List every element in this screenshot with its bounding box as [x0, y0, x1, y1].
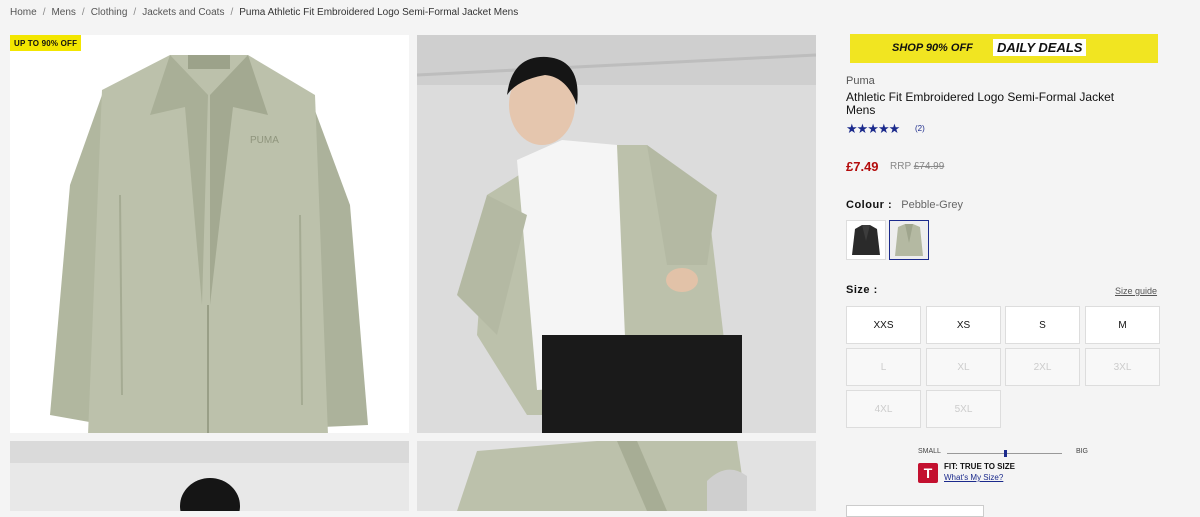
- breadcrumb-current: Puma Athletic Fit Embroidered Logo Semi-…: [239, 7, 519, 18]
- colour-selector: Colour : Pebble-Grey: [846, 199, 963, 211]
- breadcrumb: Home / Mens / Clothing / Jackets and Coats / Pum…: [10, 7, 518, 18]
- fit-scale: SMALL BIG: [918, 447, 1088, 459]
- daily-deals-banner[interactable]: SHOP 90% OFF DAILY DEALS: [850, 34, 1158, 63]
- breadcrumb-mens[interactable]: Mens: [51, 7, 75, 18]
- gallery-image-back[interactable]: [10, 441, 409, 511]
- size-option-s[interactable]: S: [1005, 306, 1080, 344]
- size-option-m[interactable]: M: [1085, 306, 1160, 344]
- colour-swatch-pebble-grey[interactable]: [889, 220, 929, 260]
- size-option-2xl[interactable]: 2XL: [1005, 348, 1080, 386]
- fit-big-label: BIG: [1075, 448, 1088, 455]
- breadcrumb-separator: /: [81, 7, 85, 18]
- colour-value: Pebble-Grey: [901, 199, 963, 211]
- promo-text: SHOP 90% OFF: [892, 42, 973, 54]
- size-option-3xl[interactable]: 3XL: [1085, 348, 1160, 386]
- rrp-price: RRP £74.99: [890, 161, 944, 172]
- colour-swatch-black[interactable]: [846, 220, 886, 260]
- promo-highlight: DAILY DEALS: [993, 39, 1087, 56]
- product-title: Athletic Fit Embroidered Logo Semi-Forma…: [846, 90, 1115, 117]
- rrp-label: RRP: [890, 161, 911, 172]
- fit-title: FIT: TRUE TO SIZE: [944, 462, 1015, 471]
- size-option-5xl[interactable]: 5XL: [926, 390, 1001, 428]
- size-guide-link[interactable]: Size guide: [1115, 286, 1157, 296]
- size-label: Size :: [846, 284, 878, 296]
- current-price: £7.49: [846, 159, 879, 174]
- add-to-bag-button[interactable]: [846, 505, 984, 517]
- rrp-value: £74.99: [913, 161, 945, 172]
- breadcrumb-clothing[interactable]: Clothing: [91, 7, 128, 18]
- review-count[interactable]: (2): [915, 124, 925, 133]
- size-option-l[interactable]: L: [846, 348, 921, 386]
- breadcrumb-separator: /: [133, 7, 137, 18]
- model-image: [417, 35, 816, 433]
- fit-scale-marker: [1003, 450, 1007, 457]
- rating-stars[interactable]: ★★★★★: [846, 121, 900, 137]
- size-option-xxs[interactable]: XXS: [846, 306, 921, 344]
- breadcrumb-jackets[interactable]: Jackets and Coats: [142, 7, 224, 18]
- size-option-xl[interactable]: XL: [926, 348, 1001, 386]
- grey-jacket-thumb: [890, 221, 928, 259]
- gallery-image-detail[interactable]: [417, 441, 816, 511]
- breadcrumb-separator: /: [230, 7, 234, 18]
- gallery-image-model[interactable]: [417, 35, 816, 433]
- breadcrumb-home[interactable]: Home: [10, 7, 37, 18]
- jacket-detail-image: [417, 441, 816, 511]
- product-brand[interactable]: Puma: [846, 75, 875, 87]
- discount-badge: UP TO 90% OFF: [10, 35, 82, 51]
- black-jacket-thumb: [852, 225, 880, 255]
- size-option-xs[interactable]: XS: [926, 306, 1001, 344]
- whats-my-size-link[interactable]: What's My Size?: [944, 473, 1003, 482]
- fit-small-label: SMALL: [918, 448, 941, 455]
- svg-text:PUMA: PUMA: [250, 135, 279, 146]
- gallery-image-product[interactable]: PUMA: [10, 35, 409, 433]
- colour-label: Colour :: [846, 199, 893, 211]
- size-option-4xl[interactable]: 4XL: [846, 390, 921, 428]
- jacket-image: PUMA: [10, 35, 409, 433]
- breadcrumb-separator: /: [42, 7, 46, 18]
- true-fit-logo-icon: T: [918, 463, 938, 483]
- model-back-image: [10, 441, 409, 511]
